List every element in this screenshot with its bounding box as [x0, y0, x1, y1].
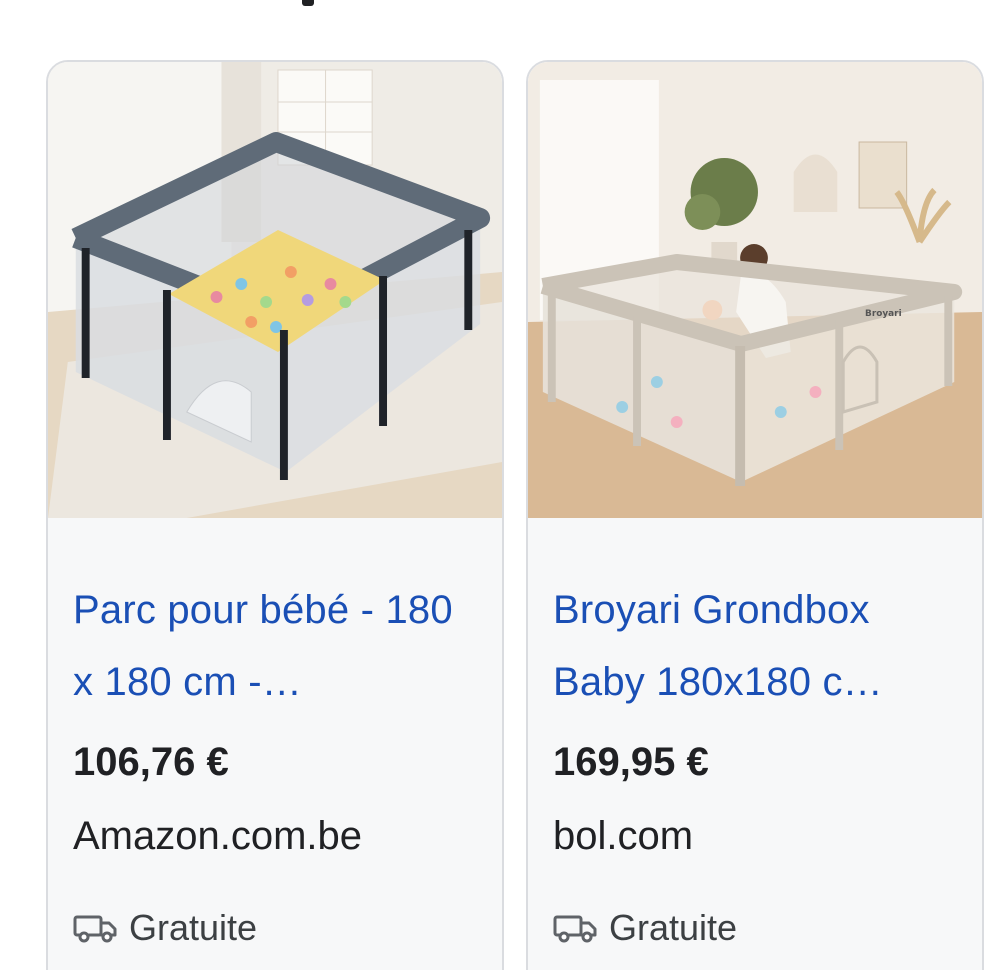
product-title-link[interactable]: Broyari Grondbox Baby 180x180 c…	[553, 574, 933, 718]
product-card[interactable]: Parc pour bébé - 180 x 180 cm -… 106,76 …	[46, 60, 504, 970]
store-name: bol.com	[553, 814, 694, 858]
shipping-info: Gratuite	[73, 907, 257, 949]
store-name: Amazon.com.be	[73, 814, 363, 858]
shipping-label: Gratuite	[129, 907, 258, 948]
shipping-label: Gratuite	[609, 907, 738, 948]
product-price: 169,95 €	[553, 740, 709, 784]
product-title-link[interactable]: Parc pour bébé - 180 x 180 cm -…	[73, 574, 453, 718]
shipping-info: Gratuite	[553, 907, 737, 949]
product-price: 106,76 €	[73, 740, 229, 784]
image-brand-label: Broyari	[865, 309, 902, 319]
truck-icon	[73, 912, 119, 944]
truck-icon	[553, 912, 599, 944]
product-image[interactable]: Broyari	[528, 62, 982, 518]
shopping-results: Parc pour bébé - 180 x 180 cm -… 106,76 …	[0, 0, 994, 970]
gray-playpen-with-balls-image	[48, 62, 502, 518]
beige-playpen-with-mother-and-baby-image: Broyari	[528, 62, 982, 518]
product-card[interactable]: Broyari Broyari Grondbox Baby 180x180 c……	[526, 60, 984, 970]
clipped-heading-fragment	[302, 0, 314, 6]
product-image[interactable]	[48, 62, 502, 518]
